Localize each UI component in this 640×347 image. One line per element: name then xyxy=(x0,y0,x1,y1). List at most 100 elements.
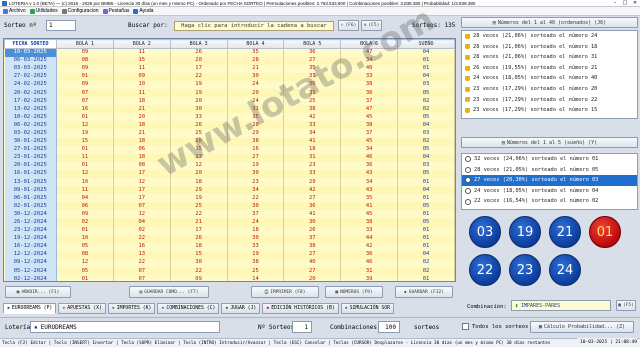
ball-cell[interactable]: 20 xyxy=(170,137,228,146)
ball-cell[interactable]: 02 xyxy=(113,226,171,235)
ball-cell[interactable]: 36 xyxy=(340,250,399,259)
ball-cell[interactable]: 47 xyxy=(340,48,399,57)
draws-table[interactable]: FECHA SORTEO BOLA 1 BOLA 2 BOLA 3 BOLA 4 BOLA… xyxy=(3,38,456,282)
list-item[interactable]: 28 veces (21,06%) sorteado el número 31 xyxy=(462,52,637,63)
ball-cell[interactable]: 05 xyxy=(56,242,114,251)
ball-cell[interactable]: 02 xyxy=(56,218,114,227)
tab-6[interactable]: ▪ SIMULACIÓN SOR xyxy=(340,303,395,314)
ball-cell[interactable]: 27 xyxy=(283,56,342,65)
search-next-button[interactable]: ⌕ (F6) xyxy=(338,20,359,31)
ball-cell[interactable]: 31 xyxy=(283,153,342,162)
date-cell[interactable]: 16-12-2024 xyxy=(4,242,57,251)
ball-cell[interactable]: 25 xyxy=(170,202,228,211)
tab-5[interactable]: ▪ EDICIÓN HISTÓRICOS (B) xyxy=(262,303,339,314)
list-item[interactable]: 23 veces (17,29%) sorteado el número 20 xyxy=(462,84,637,95)
sueno-cell[interactable]: 05 xyxy=(397,113,455,122)
sueno-cell[interactable]: 02 xyxy=(397,137,455,146)
list-item[interactable]: 26 veces (19,55%) sorteado el número 21 xyxy=(462,63,637,74)
ball-cell[interactable]: 30 xyxy=(283,218,342,227)
ball-cell[interactable]: 38 xyxy=(283,242,342,251)
ball-cell[interactable]: 19 xyxy=(227,161,285,170)
ball-cell[interactable]: 10 xyxy=(56,178,114,187)
table-row[interactable]: 02-01-2025 06 07 25 30 36 41 05 xyxy=(4,202,455,211)
sueno-cell[interactable]: 01 xyxy=(397,64,455,73)
ball-cell[interactable]: 42 xyxy=(340,242,399,251)
ball-cell[interactable]: 15 xyxy=(170,145,228,154)
ball-cell[interactable]: 33 xyxy=(340,72,399,81)
ball-cell[interactable]: 07 xyxy=(113,267,171,276)
column-header[interactable]: BOLA 6 xyxy=(340,39,399,49)
sueno-cell[interactable]: 05 xyxy=(397,145,455,154)
table-row[interactable]: 12-12-2024 08 13 15 19 27 36 04 xyxy=(4,250,455,259)
todos-checkbox[interactable] xyxy=(462,323,469,330)
ball-cell[interactable]: 16 xyxy=(113,242,171,251)
sueno-cell[interactable]: 04 xyxy=(397,153,455,162)
ball-cell[interactable]: 38 xyxy=(227,258,285,268)
numbers-1-40-list[interactable]: 28 veces (21,06%) sorteado el número 24 2… xyxy=(461,30,638,119)
sueno-cell[interactable]: 01 xyxy=(397,194,455,203)
ball-cell[interactable]: 38 xyxy=(283,105,342,114)
tab-1[interactable]: ▪ APUESTAS (X) xyxy=(58,303,106,314)
ball-cell[interactable]: 30 xyxy=(227,169,285,178)
table-row[interactable]: 26-12-2024 02 04 21 24 30 38 05 xyxy=(4,218,455,227)
ball-cell[interactable]: 19 xyxy=(56,129,114,138)
ball-cell[interactable]: 08 xyxy=(56,250,114,259)
ball-cell[interactable]: 20 xyxy=(227,88,285,98)
ball-cell[interactable]: 20 xyxy=(170,56,228,65)
ball-cell[interactable]: 13 xyxy=(113,250,171,259)
ball-cell[interactable]: 19 xyxy=(227,250,285,259)
minimize-button[interactable]: – xyxy=(610,0,620,7)
ball-cell[interactable]: 30 xyxy=(227,72,285,81)
date-cell[interactable]: 20-02-2025 xyxy=(4,88,57,98)
ball-cell[interactable]: 06 xyxy=(113,145,171,154)
ball-cell[interactable]: 29 xyxy=(227,129,285,138)
sorteo-number-field[interactable]: 1 xyxy=(46,20,76,31)
menu-item-2[interactable]: Configuracion xyxy=(61,7,99,15)
date-cell[interactable]: 17-02-2025 xyxy=(4,97,57,106)
ball-cell[interactable]: 22 xyxy=(227,194,285,203)
add-button[interactable]: ▣ AÑADIR... (F1) xyxy=(5,286,71,298)
table-row[interactable]: 24-02-2025 09 10 19 24 36 38 03 xyxy=(4,80,455,89)
ball-cell[interactable]: 15 xyxy=(56,137,114,146)
nsorteos-field[interactable]: 1 xyxy=(292,321,312,333)
list-item[interactable]: 24 veces (18,05%) sorteado el número 40 xyxy=(462,73,637,84)
ball-cell[interactable]: 11 xyxy=(56,153,114,162)
ball-cell[interactable]: 22 xyxy=(113,258,171,268)
ball-cell[interactable]: 12 xyxy=(56,121,114,130)
ball-cell[interactable]: 17 xyxy=(113,194,171,203)
list-item[interactable]: 23 veces (17,29%) sorteado el número 22 xyxy=(462,95,637,106)
ball-cell[interactable]: 31 xyxy=(227,105,285,114)
numbers-1-5-header[interactable]: ▤ Números del 1 al 5 (sueño) (Y) xyxy=(461,137,638,148)
list-item[interactable]: 22 veces (16,54%) sorteado el número 02 xyxy=(462,196,637,207)
list-item[interactable]: 32 veces (24,06%) sorteado el número 01 xyxy=(462,154,637,165)
ball-cell[interactable]: 21 xyxy=(113,129,171,138)
ball-cell[interactable]: 07 xyxy=(56,88,114,98)
ball-cell[interactable]: 09 xyxy=(56,48,114,57)
sueno-cell[interactable]: 03 xyxy=(397,80,455,89)
ball-cell[interactable]: 47 xyxy=(340,105,399,114)
ball-cell[interactable]: 16 xyxy=(227,145,285,154)
ball-cell[interactable]: 20 xyxy=(283,275,342,281)
ball-cell[interactable]: 39 xyxy=(340,275,399,281)
ball-cell[interactable]: 07 xyxy=(113,202,171,211)
ball-cell[interactable]: 12 xyxy=(170,161,228,170)
ball-cell[interactable]: 45 xyxy=(340,137,399,146)
combinacion-button[interactable]: ▦ (F5) xyxy=(616,300,636,311)
menu-item-1[interactable]: Utilidades xyxy=(29,7,58,15)
ball-cell[interactable]: 29 xyxy=(283,178,342,187)
ball-cell[interactable]: 22 xyxy=(170,72,228,81)
ball-cell[interactable]: 28 xyxy=(227,56,285,65)
ball-cell[interactable]: 38 xyxy=(340,121,399,130)
sueno-cell[interactable]: 01 xyxy=(397,242,455,251)
date-cell[interactable]: 10-03-2025 xyxy=(4,48,57,57)
print-button[interactable]: ⎙ IMPRIMIR (F8) xyxy=(251,286,319,298)
maximize-button[interactable]: □ xyxy=(620,0,630,7)
ball-cell[interactable]: 44 xyxy=(340,234,399,243)
ball-cell[interactable]: 17 xyxy=(170,64,228,73)
ball-cell[interactable]: 09 xyxy=(56,64,114,73)
list-item[interactable]: 28 veces (21,06%) sorteado el número 24 xyxy=(462,31,637,42)
ball-cell[interactable]: 30 xyxy=(227,202,285,211)
sueno-cell[interactable]: 01 xyxy=(397,234,455,243)
ball-cell[interactable]: 34 xyxy=(340,178,399,187)
ball-cell[interactable]: 18 xyxy=(113,121,171,130)
